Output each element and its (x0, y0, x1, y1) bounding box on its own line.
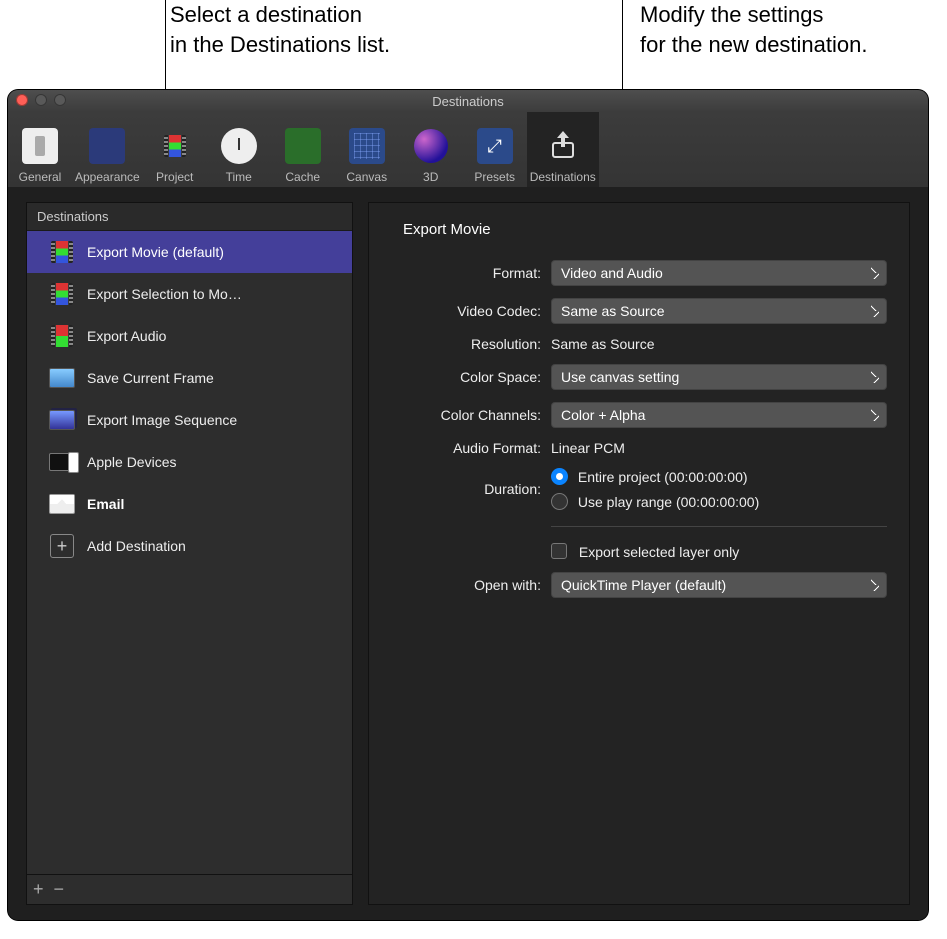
settings-form: Format: Video and Audio Video Codec: Sam… (391, 260, 887, 598)
resolution-value: Same as Source (551, 336, 887, 352)
devices-icon (49, 451, 75, 473)
sidebar-item-export-selection[interactable]: Export Selection to Mo… (27, 273, 352, 315)
add-button[interactable]: + (33, 879, 44, 900)
radio-off-icon (551, 493, 568, 510)
switch-icon (22, 128, 58, 164)
film-clapper-icon (155, 126, 195, 166)
sphere-3d-icon (414, 129, 448, 163)
callout-left-text: Select a destination in the Destinations… (170, 0, 450, 59)
sidebar-header: Destinations (27, 203, 352, 231)
radio-on-icon (551, 468, 568, 485)
video-codec-select[interactable]: Same as Source (551, 298, 887, 324)
panel-title-row: Export Movie (391, 221, 887, 238)
duration-play-range-radio[interactable]: Use play range (00:00:00:00) (551, 493, 887, 510)
audio-format-label: Audio Format: (391, 440, 551, 456)
title-bar[interactable]: Destinations (8, 90, 928, 112)
format-select[interactable]: Video and Audio (551, 260, 887, 286)
callout-right: Modify the settings for the new destinat… (640, 0, 947, 59)
sidebar-item-label: Add Destination (87, 538, 186, 554)
sidebar-item-label: Save Current Frame (87, 370, 214, 386)
color-channels-select[interactable]: Color + Alpha (551, 402, 887, 428)
callout-left: Select a destination in the Destinations… (170, 0, 450, 59)
toolbar-destinations[interactable]: Destinations (527, 112, 599, 187)
preferences-window: Destinations General Appearance Project … (8, 90, 928, 920)
toolbar-appearance[interactable]: Appearance (72, 112, 143, 187)
sidebar-footer: + − (27, 874, 352, 904)
envelope-icon (49, 493, 75, 515)
sidebar-item-label: Export Audio (87, 328, 166, 344)
toolbar-presets[interactable]: ⤢ Presets (463, 112, 527, 187)
sidebar-item-label: Export Movie (default) (87, 244, 224, 260)
color-space-label: Color Space: (391, 369, 551, 385)
sidebar-item-label: Export Image Sequence (87, 412, 237, 428)
callout-right-text: Modify the settings for the new destinat… (640, 0, 947, 59)
open-with-label: Open with: (391, 577, 551, 593)
grid-icon (349, 128, 385, 164)
toolbar-canvas[interactable]: Canvas (335, 112, 399, 187)
zoom-window-icon[interactable] (54, 94, 66, 106)
sidebar-item-export-audio[interactable]: Export Audio (27, 315, 352, 357)
film-icon (49, 241, 75, 263)
sidebar-item-export-sequence[interactable]: Export Image Sequence (27, 399, 352, 441)
window-title: Destinations (432, 94, 504, 109)
toolbar-cache[interactable]: Cache (271, 112, 335, 187)
film-icon (49, 283, 75, 305)
minimize-window-icon[interactable] (35, 94, 47, 106)
image-frame-icon (49, 367, 75, 389)
open-with-select[interactable]: QuickTime Player (default) (551, 572, 887, 598)
sidebar-item-label: Email (87, 496, 124, 512)
share-icon (543, 126, 583, 166)
sidebar-item-email[interactable]: Email (27, 483, 352, 525)
color-channels-label: Color Channels: (391, 407, 551, 423)
remove-button[interactable]: − (54, 879, 65, 900)
sidebar-item-export-movie[interactable]: Export Movie (default) (27, 231, 352, 273)
sidebar-item-save-frame[interactable]: Save Current Frame (27, 357, 352, 399)
resolution-label: Resolution: (391, 336, 551, 352)
content-area: Destinations Export Movie (default) Expo… (8, 187, 928, 920)
video-codec-label: Video Codec: (391, 303, 551, 319)
plus-square-icon: + (49, 535, 75, 557)
film-audio-icon (49, 325, 75, 347)
sidebar-item-label: Export Selection to Mo… (87, 286, 242, 302)
destinations-list: Export Movie (default) Export Selection … (27, 231, 352, 874)
export-selected-only-checkbox[interactable]: Export selected layer only (551, 544, 739, 560)
toolbar-project[interactable]: Project (143, 112, 207, 187)
sidebar-item-apple-devices[interactable]: Apple Devices (27, 441, 352, 483)
window-traffic-lights (16, 94, 66, 106)
checkbox-icon (551, 543, 567, 559)
sidebar-item-label: Apple Devices (87, 454, 177, 470)
audio-format-value: Linear PCM (551, 440, 887, 456)
cache-icon (283, 126, 323, 166)
toolbar-3d[interactable]: 3D (399, 112, 463, 187)
divider (551, 526, 887, 527)
stopwatch-icon (221, 128, 257, 164)
duration-label: Duration: (391, 481, 551, 497)
format-label: Format: (391, 265, 551, 281)
sidebar-item-add-destination[interactable]: + Add Destination (27, 525, 352, 567)
color-space-select[interactable]: Use canvas setting (551, 364, 887, 390)
image-sequence-icon (49, 409, 75, 431)
expand-icon: ⤢ (477, 128, 513, 164)
panel-title: Export Movie (403, 221, 491, 238)
duration-entire-radio[interactable]: Entire project (00:00:00:00) (551, 468, 887, 485)
toolbar-time[interactable]: Time (207, 112, 271, 187)
settings-panel: Export Movie Format: Video and Audio Vid… (368, 202, 910, 905)
destinations-sidebar: Destinations Export Movie (default) Expo… (26, 202, 353, 905)
toolbar-general[interactable]: General (8, 112, 72, 187)
appearance-icon (89, 128, 125, 164)
preferences-toolbar: General Appearance Project Time Cache Ca… (8, 112, 928, 188)
close-window-icon[interactable] (16, 94, 28, 106)
